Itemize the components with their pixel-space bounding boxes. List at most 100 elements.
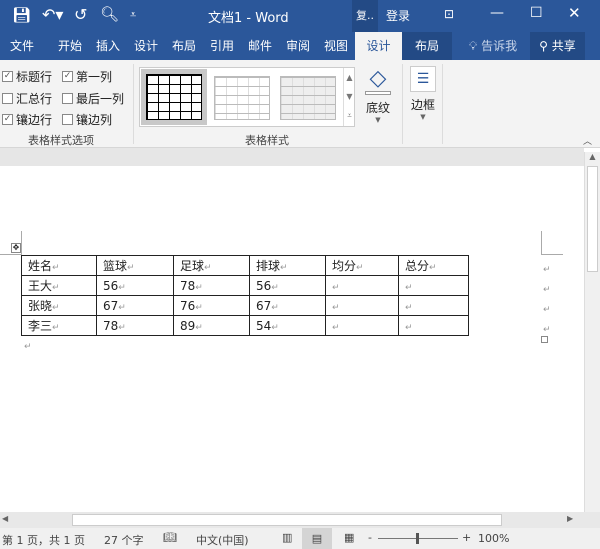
checkbox-header-row[interactable]: ✓ 标题行 bbox=[2, 68, 52, 85]
maximize-icon[interactable]: ☐ bbox=[530, 5, 543, 21]
table-cell[interactable]: 王大↵ bbox=[21, 275, 97, 296]
header-cell[interactable]: 排球↵ bbox=[249, 255, 326, 276]
table-cell[interactable]: 56↵ bbox=[249, 275, 326, 296]
scroll-thumb[interactable] bbox=[587, 166, 598, 272]
tab-table-layout[interactable]: 布局 bbox=[402, 32, 452, 60]
style-preview bbox=[146, 74, 202, 120]
proofing-icon[interactable]: 📖︎ bbox=[163, 531, 177, 544]
tab-insert[interactable]: 插入 bbox=[90, 32, 126, 60]
header-cell[interactable]: 总分↵ bbox=[398, 255, 469, 276]
print-preview-icon[interactable]: 🔍︎ bbox=[100, 5, 119, 23]
table-cell[interactable]: 李三↵ bbox=[21, 315, 97, 336]
login-button[interactable]: 登录 bbox=[386, 7, 410, 24]
tell-me-button[interactable]: 💡︎ 告诉我 bbox=[460, 32, 526, 60]
table-style-plain[interactable] bbox=[214, 76, 270, 120]
table-cell[interactable]: 54↵ bbox=[249, 315, 326, 336]
cell-end-mark: ↵ bbox=[127, 263, 135, 273]
print-layout-icon[interactable]: ▤ bbox=[302, 528, 332, 549]
tab-mailings[interactable]: 邮件 bbox=[242, 32, 278, 60]
scroll-up-icon[interactable]: ▲ bbox=[585, 152, 600, 166]
cell-text: 67 bbox=[103, 298, 119, 313]
table-cell[interactable]: ↵ bbox=[398, 315, 469, 336]
table-cell[interactable]: 76↵ bbox=[173, 295, 250, 316]
horizontal-scrollbar[interactable]: ◀ ▶ bbox=[0, 512, 600, 528]
table-cell[interactable]: 78↵ bbox=[96, 315, 174, 336]
lightbulb-icon: 💡︎ bbox=[468, 39, 478, 53]
tab-home[interactable]: 开始 bbox=[52, 32, 88, 60]
paragraph-mark: ↵ bbox=[24, 342, 32, 352]
tab-table-design[interactable]: 设计 bbox=[355, 32, 402, 60]
tab-file[interactable]: 文件 bbox=[4, 32, 40, 60]
collapse-ribbon-icon[interactable]: ︿ bbox=[583, 134, 592, 147]
share-button[interactable]: ⚲ 共享 bbox=[530, 32, 585, 60]
tab-review[interactable]: 审阅 bbox=[280, 32, 316, 60]
language[interactable]: 中文(中国) bbox=[196, 532, 249, 548]
table-row: 王大↵ 56↵ 78↵ 56↵ ↵ ↵ bbox=[21, 275, 469, 296]
save-icon[interactable]: 💾︎ bbox=[12, 6, 31, 24]
tab-view[interactable]: 视图 bbox=[318, 32, 354, 60]
table-cell[interactable]: 89↵ bbox=[173, 315, 250, 336]
checkbox-banded-columns[interactable]: 镶边列 bbox=[62, 111, 112, 128]
table-cell[interactable]: 67↵ bbox=[96, 295, 174, 316]
table-cell[interactable]: ↵ bbox=[325, 275, 399, 296]
customize-toolbar-icon[interactable]: ⩡ bbox=[130, 8, 136, 22]
tab-references[interactable]: 引用 bbox=[204, 32, 240, 60]
gallery-up-icon[interactable]: ▲ bbox=[344, 68, 355, 87]
vertical-scrollbar[interactable]: ▲ bbox=[584, 152, 600, 512]
zoom-level[interactable]: 100% bbox=[478, 532, 509, 545]
header-cell[interactable]: 足球↵ bbox=[173, 255, 250, 276]
cell-end-mark: ↵ bbox=[118, 302, 126, 313]
minimize-icon[interactable]: — bbox=[490, 5, 504, 21]
ribbon-display-icon[interactable]: ⊡ bbox=[444, 7, 454, 21]
web-layout-icon[interactable]: ▦ bbox=[344, 531, 354, 544]
gallery-more-icon[interactable]: ⩡ bbox=[344, 106, 355, 125]
table-cell[interactable]: ↵ bbox=[325, 295, 399, 316]
gallery-down-icon[interactable]: ▼ bbox=[344, 87, 355, 106]
undo-icon[interactable]: ↶▾ bbox=[42, 5, 63, 24]
page-count[interactable]: 第 1 页，共 1 页 bbox=[2, 532, 85, 548]
cell-text: 78 bbox=[103, 318, 119, 333]
shading-button[interactable]: ◇ 底纹 ▼ bbox=[362, 66, 394, 124]
checkbox-last-column[interactable]: 最后一列 bbox=[62, 90, 124, 107]
checkbox-icon bbox=[62, 93, 73, 104]
gallery-scroll[interactable]: ▲ ▼ ⩡ bbox=[343, 68, 355, 126]
table-style-grid-selected[interactable] bbox=[141, 69, 207, 125]
zoom-slider-thumb[interactable] bbox=[416, 533, 419, 544]
header-cell[interactable]: 姓名↵ bbox=[21, 255, 97, 276]
data-table[interactable]: 姓名↵ 篮球↵ 足球↵ 排球↵ 均分↵ 总分↵ 王大↵ 56↵ 78↵ 56↵ ↵ ↵ 张晓↵ 67↵ 7… bbox=[21, 255, 469, 336]
header-cell[interactable]: 篮球↵ bbox=[96, 255, 174, 276]
title-ext[interactable]: 复.. bbox=[352, 0, 378, 32]
zoom-out-icon[interactable]: - bbox=[368, 531, 372, 544]
table-cell[interactable]: ↵ bbox=[398, 275, 469, 296]
cell-end-mark: ↵ bbox=[271, 282, 279, 293]
header-cell[interactable]: 均分↵ bbox=[325, 255, 399, 276]
tell-me-label: 告诉我 bbox=[481, 39, 518, 53]
document-page[interactable]: ✥ ↵ ↵ ↵ ↵ ↵ bbox=[0, 166, 584, 512]
scroll-left-icon[interactable]: ◀ bbox=[2, 514, 8, 523]
tab-layout[interactable]: 布局 bbox=[166, 32, 202, 60]
checkbox-total-row[interactable]: 汇总行 bbox=[2, 90, 52, 107]
table-move-handle-icon[interactable]: ✥ bbox=[11, 243, 21, 253]
table-cell[interactable]: ↵ bbox=[325, 315, 399, 336]
table-style-banded[interactable] bbox=[280, 76, 336, 120]
close-icon[interactable]: ✕ bbox=[568, 4, 581, 22]
word-count[interactable]: 27 个字 bbox=[104, 532, 144, 548]
cell-text: 李三 bbox=[28, 319, 53, 333]
scroll-right-icon[interactable]: ▶ bbox=[567, 514, 573, 523]
read-mode-icon[interactable]: ▥ bbox=[282, 531, 292, 544]
zoom-in-icon[interactable]: + bbox=[462, 531, 471, 544]
table-cell[interactable]: 67↵ bbox=[249, 295, 326, 316]
shading-label: 底纹 bbox=[365, 101, 390, 115]
table-cell[interactable]: 56↵ bbox=[96, 275, 174, 296]
cell-text: 均分 bbox=[332, 259, 357, 273]
borders-button[interactable]: ☰ 边框 ▼ bbox=[408, 66, 438, 121]
hscroll-thumb[interactable] bbox=[72, 514, 502, 526]
checkbox-banded-rows[interactable]: ✓ 镶边行 bbox=[2, 111, 52, 128]
table-cell[interactable]: 张晓↵ bbox=[21, 295, 97, 316]
table-cell[interactable]: 78↵ bbox=[173, 275, 250, 296]
checkbox-icon: ✓ bbox=[62, 71, 73, 82]
redo-icon[interactable]: ↺ bbox=[74, 5, 87, 24]
tab-design[interactable]: 设计 bbox=[128, 32, 164, 60]
checkbox-first-column[interactable]: ✓ 第一列 bbox=[62, 68, 112, 85]
table-cell[interactable]: ↵ bbox=[398, 295, 469, 316]
